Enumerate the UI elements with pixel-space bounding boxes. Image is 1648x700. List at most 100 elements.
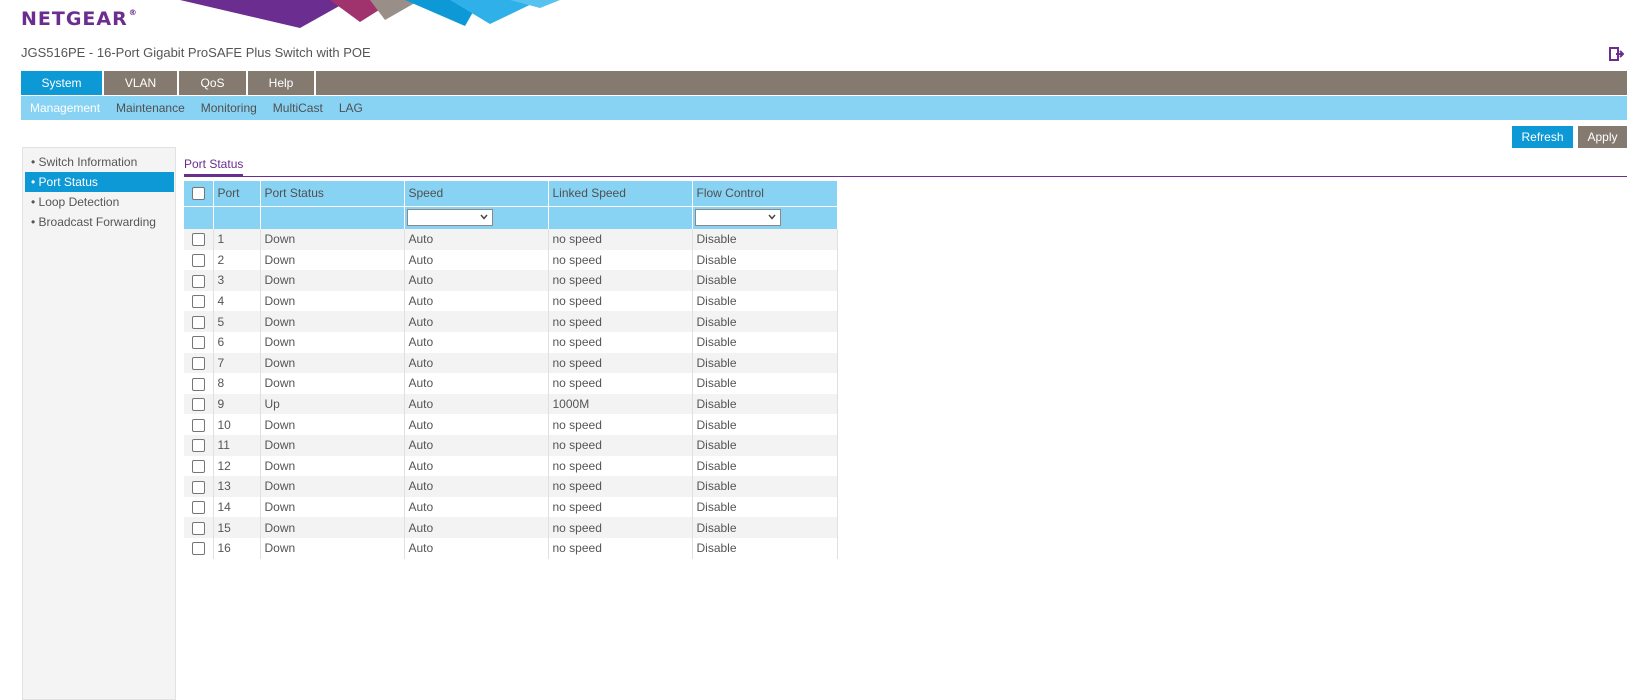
table-row: 8 Down Auto no speed Disable [184,373,838,394]
row-checkbox[interactable] [192,542,205,556]
table-row: 1 Down Auto no speed Disable [184,229,838,250]
cell-speed: Auto [404,496,549,518]
table-row: 12 Down Auto no speed Disable [184,455,838,477]
cell-port-status: Down [260,249,405,271]
cell-linked-speed: no speed [548,249,693,271]
cell-flow-control: Disable [692,537,838,559]
cell-port-status: Down [260,229,405,250]
cell-speed: Auto [404,455,549,477]
row-checkbox[interactable] [192,295,205,309]
row-select-cell [184,476,214,497]
table-filter-row [184,205,838,229]
row-checkbox[interactable] [192,398,205,412]
cell-port-status: Down [260,352,405,374]
table-row: 15 Down Auto no speed Disable [184,517,838,538]
cell-flow-control: Disable [692,290,838,312]
column-header-port: Port [213,181,261,206]
apply-button[interactable]: Apply [1578,126,1627,148]
cell-port-status: Down [260,455,405,477]
row-checkbox[interactable] [192,418,205,432]
cell-speed: Auto [404,517,549,538]
filter-empty [548,205,693,229]
row-select-cell [184,311,214,332]
row-checkbox[interactable] [192,480,205,494]
row-checkbox[interactable] [192,357,205,371]
tab-help[interactable]: Help [248,71,316,95]
main-nav: System VLAN QoS Help [21,71,1627,95]
sidebar-item-broadcast-forwarding[interactable]: • Broadcast Forwarding [25,212,174,232]
tab-system[interactable]: System [21,71,104,95]
sidebar-item-loop-detection[interactable]: • Loop Detection [25,192,174,212]
cell-port: 11 [213,434,261,456]
tab-vlan[interactable]: VLAN [104,71,179,95]
row-checkbox[interactable] [192,254,205,268]
table-row: 11 Down Auto no speed Disable [184,434,838,456]
row-select-cell [184,290,214,312]
cell-flow-control: Disable [692,373,838,394]
row-checkbox[interactable] [192,233,205,247]
subnav-maintenance[interactable]: Maintenance [108,96,193,120]
cell-flow-control: Disable [692,352,838,374]
table-row: 13 Down Auto no speed Disable [184,476,838,497]
subnav-lag[interactable]: LAG [331,96,371,120]
cell-speed: Auto [404,373,549,394]
sidebar-item-switch-information[interactable]: • Switch Information [25,152,174,172]
cell-speed: Auto [404,311,549,332]
cell-port: 15 [213,517,261,538]
cell-port-status: Down [260,290,405,312]
cell-linked-speed: no speed [548,414,693,435]
cell-port: 6 [213,331,261,353]
filter-speed-cell [404,205,549,229]
row-select-cell [184,249,214,271]
filter-flow-control-cell [692,205,838,229]
table-row: 16 Down Auto no speed Disable [184,537,838,559]
column-header-speed: Speed [404,181,549,206]
subnav-multicast[interactable]: MultiCast [265,96,331,120]
cell-flow-control: Disable [692,270,838,291]
row-checkbox[interactable] [192,439,205,453]
refresh-button[interactable]: Refresh [1512,126,1573,148]
cell-speed: Auto [404,331,549,353]
cell-linked-speed: no speed [548,331,693,353]
cell-port: 7 [213,352,261,374]
logout-icon[interactable] [1608,46,1624,62]
row-checkbox[interactable] [192,501,205,515]
subnav-management[interactable]: Management [21,96,108,120]
cell-speed: Auto [404,537,549,559]
cell-port: 9 [213,393,261,415]
column-header-flow-control: Flow Control [692,181,838,206]
table-row: 7 Down Auto no speed Disable [184,352,838,374]
cell-port: 13 [213,476,261,497]
cell-speed: Auto [404,290,549,312]
row-select-cell [184,455,214,477]
table-row: 4 Down Auto no speed Disable [184,290,838,312]
cell-port: 4 [213,290,261,312]
cell-flow-control: Disable [692,517,838,538]
chevron-down-icon [479,214,488,220]
subnav-monitoring[interactable]: Monitoring [193,96,265,120]
section-tab-port-status: Port Status [184,157,244,176]
row-checkbox[interactable] [192,315,205,329]
select-all-checkbox[interactable] [192,187,205,201]
cell-speed: Auto [404,352,549,374]
row-checkbox[interactable] [192,521,205,535]
speed-select[interactable] [406,209,493,227]
tab-qos[interactable]: QoS [179,71,248,95]
row-select-cell [184,229,214,250]
cell-port-status: Down [260,476,405,497]
cell-speed: Auto [404,249,549,271]
cell-linked-speed: no speed [548,352,693,374]
chevron-down-icon [767,214,776,220]
cell-port-status: Down [260,373,405,394]
flow-control-select[interactable] [694,209,781,227]
row-checkbox[interactable] [192,459,205,473]
row-checkbox[interactable] [192,274,205,288]
cell-port: 10 [213,414,261,435]
sidebar-item-port-status[interactable]: • Port Status [25,172,174,192]
cell-flow-control: Disable [692,414,838,435]
row-checkbox[interactable] [192,377,205,391]
row-checkbox[interactable] [192,336,205,350]
cell-flow-control: Disable [692,331,838,353]
cell-speed: Auto [404,476,549,497]
table-row: 3 Down Auto no speed Disable [184,270,838,291]
